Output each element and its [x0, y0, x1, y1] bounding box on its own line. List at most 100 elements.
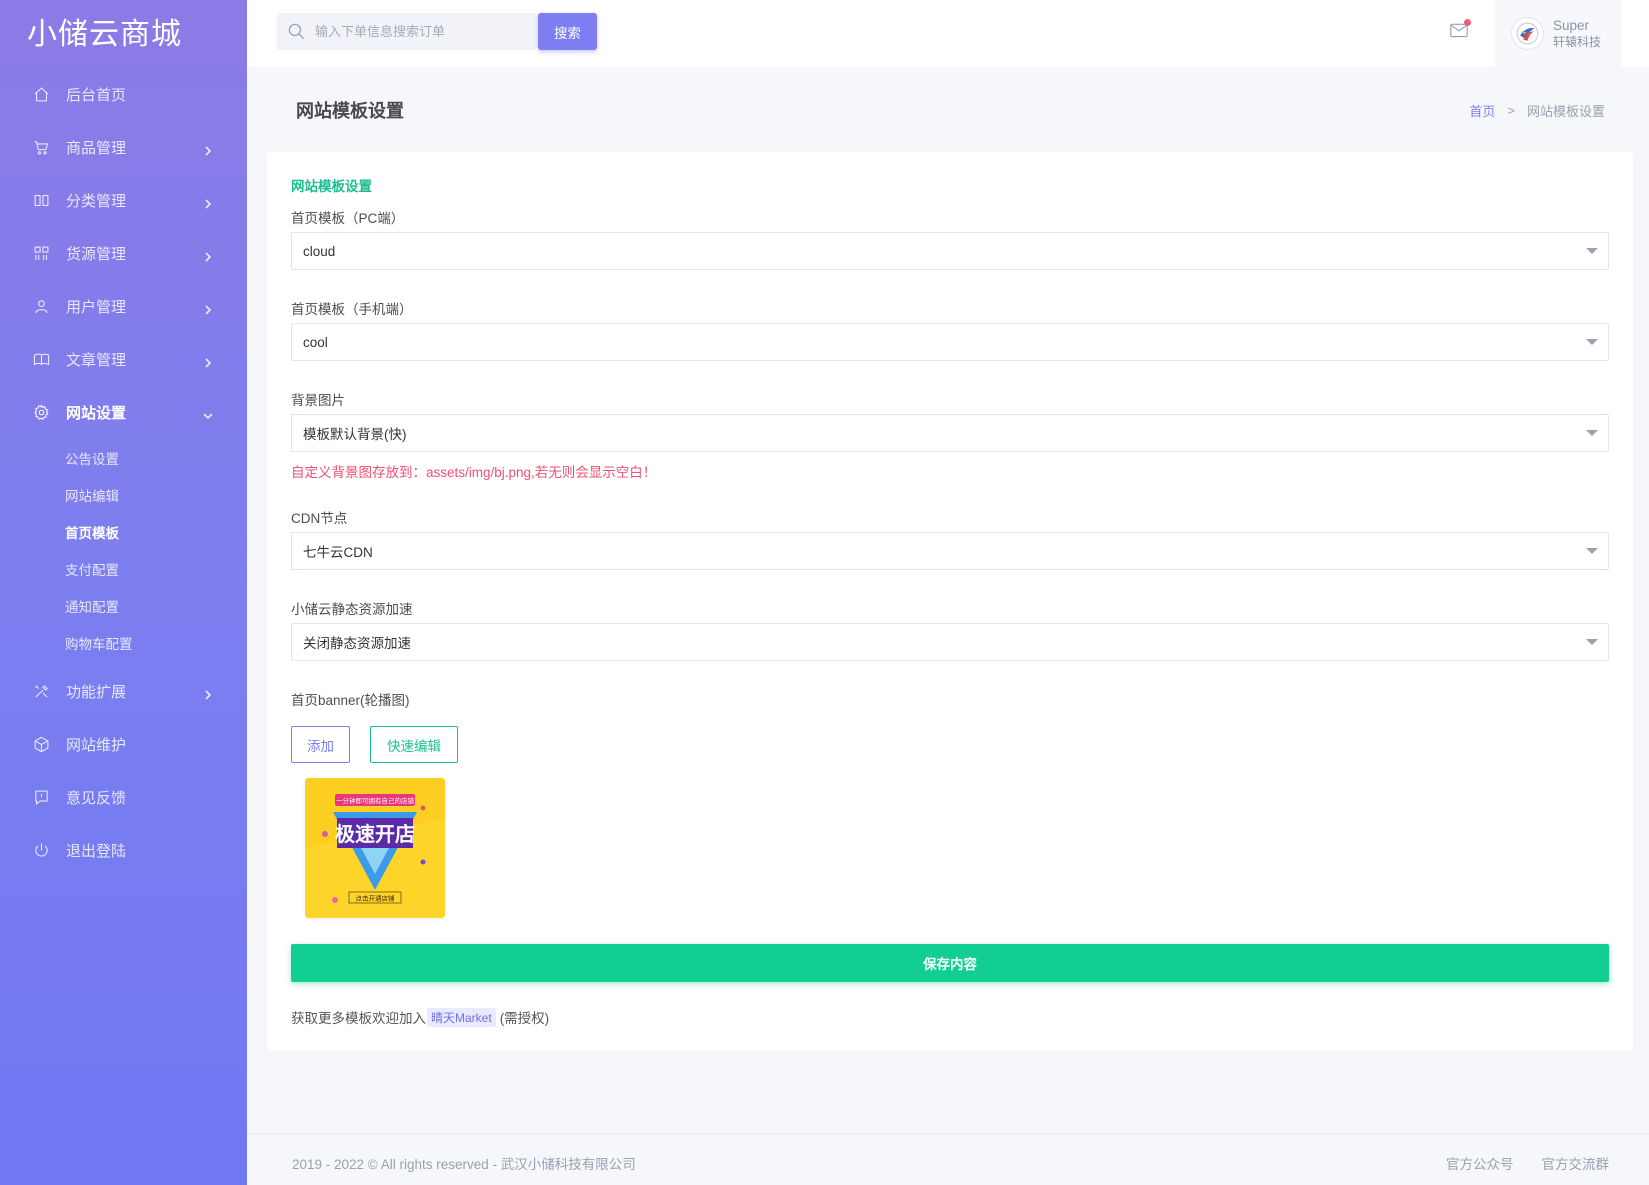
more-templates-line: 获取更多模板欢迎加入 晴天Market (需授权)	[291, 1007, 549, 1027]
template-settings-card: 网站模板设置 首页模板（PC端） cloud 首页模板（手机端） cool 背景…	[267, 152, 1633, 1050]
banner-label: 首页banner(轮播图)	[291, 693, 410, 708]
sidebar-item-label: 用户管理	[66, 299, 127, 316]
user-icon	[32, 298, 50, 316]
sidebar-item-label: 后台首页	[66, 87, 127, 104]
chevron-right-icon	[203, 143, 213, 156]
mobile-template-select[interactable]: cool	[291, 323, 1609, 361]
more-templates-text: 获取更多模板欢迎加入	[291, 1011, 426, 1026]
sidebar-item-label: 货源管理	[66, 246, 127, 263]
sidebar-item-site-settings[interactable]: 网站设置	[0, 386, 247, 439]
search-input[interactable]	[315, 24, 525, 39]
market-link[interactable]: 晴天Market	[427, 1007, 496, 1027]
page-title: 网站模板设置	[296, 101, 404, 121]
brand-logo-text[interactable]: 小储云商城	[0, 0, 247, 62]
static-accel-label: 小储云静态资源加速	[291, 602, 413, 617]
static-accel-value: 关闭静态资源加速	[303, 636, 411, 651]
sidebar-item-feedback[interactable]: 意见反馈	[0, 771, 247, 824]
sidebar-subitem-site-edit[interactable]: 网站编辑	[0, 476, 247, 513]
sidebar-item-categories[interactable]: 分类管理	[0, 174, 247, 227]
banner-main-text: 极速开店	[335, 822, 415, 846]
card-title: 网站模板设置	[291, 179, 372, 194]
chevron-right-icon	[203, 687, 213, 700]
background-label: 背景图片	[291, 393, 345, 408]
copyright-text: 2019 - 2022 © All rights reserved - 武汉小储…	[292, 1157, 636, 1172]
user-menu[interactable]: Super 轩辕科技	[1495, 0, 1622, 67]
sidebar-item-label: 退出登陆	[66, 843, 127, 860]
tools-icon	[32, 683, 50, 701]
background-value: 模板默认背景(快)	[303, 427, 407, 442]
caret-down-icon	[1586, 339, 1598, 345]
sidebar-item-users[interactable]: 用户管理	[0, 280, 247, 333]
sidebar-subitem-notifications[interactable]: 通知配置	[0, 587, 247, 624]
sidebar-subitem-payment[interactable]: 支付配置	[0, 550, 247, 587]
pc-template-select[interactable]: cloud	[291, 232, 1609, 270]
topbar: 搜索 Super 轩辕科技	[247, 0, 1649, 67]
sidebar-item-products[interactable]: 商品管理	[0, 121, 247, 174]
sidebar-subitem-notice[interactable]: 公告设置	[0, 439, 247, 476]
sidebar-item-label: 文章管理	[66, 352, 127, 369]
breadcrumb-separator: >	[1507, 103, 1515, 118]
breadcrumb-current: 网站模板设置	[1526, 104, 1605, 119]
notification-dot	[1464, 19, 1471, 26]
sidebar-item-sources[interactable]: 货源管理	[0, 227, 247, 280]
home-icon	[32, 86, 50, 104]
user-name: Super	[1553, 17, 1590, 33]
sidebar-item-label: 分类管理	[66, 193, 127, 210]
sidebar-item-logout[interactable]: 退出登陆	[0, 824, 247, 877]
banner-image: 一分钟即可拥有自己的店铺 极速开店 点击开通店铺	[305, 778, 445, 918]
sidebar-item-label: 网站维护	[66, 737, 127, 754]
background-select[interactable]: 模板默认背景(快)	[291, 414, 1609, 452]
chevron-right-icon	[203, 302, 213, 315]
sidebar-item-maintenance[interactable]: 网站维护	[0, 718, 247, 771]
mail-button[interactable]	[1449, 19, 1471, 43]
chevron-right-icon	[203, 249, 213, 262]
footer-link-group[interactable]: 官方交流群	[1542, 1153, 1610, 1173]
caret-down-icon	[1586, 548, 1598, 554]
footer-links: 官方公众号 官方交流群	[1418, 1153, 1609, 1173]
search-button[interactable]: 搜索	[538, 13, 597, 50]
footer-link-official-account[interactable]: 官方公众号	[1446, 1153, 1514, 1173]
breadcrumb: 首页 > 网站模板设置	[1469, 101, 1605, 120]
banner-bottom-text: 点击开通店铺	[356, 894, 396, 903]
chevron-right-icon	[203, 355, 213, 368]
user-company: 轩辕科技	[1553, 34, 1602, 49]
cdn-value: 七牛云CDN	[303, 545, 373, 560]
quick-edit-button[interactable]: 快速编辑	[370, 726, 458, 763]
sidebar-item-articles[interactable]: 文章管理	[0, 333, 247, 386]
cube-icon	[32, 736, 50, 754]
save-button[interactable]: 保存内容	[291, 944, 1609, 982]
columns-icon	[32, 192, 50, 210]
mail-icon	[1449, 23, 1469, 43]
sidebar-item-label: 商品管理	[66, 140, 127, 157]
cdn-select[interactable]: 七牛云CDN	[291, 532, 1609, 570]
search-icon	[287, 22, 307, 42]
static-accel-select[interactable]: 关闭静态资源加速	[291, 623, 1609, 661]
pc-template-label: 首页模板（PC端）	[291, 211, 405, 226]
caret-down-icon	[1586, 430, 1598, 436]
sidebar-subitem-home-template[interactable]: 首页模板	[0, 513, 247, 550]
sidebar-subitem-cart[interactable]: 购物车配置	[0, 624, 247, 661]
license-note: (需授权)	[499, 1011, 550, 1026]
cart-icon	[32, 139, 50, 157]
sidebar-item-label: 功能扩展	[66, 684, 127, 701]
avatar	[1511, 17, 1544, 50]
sidebar-item-home[interactable]: 后台首页	[0, 68, 247, 121]
caret-down-icon	[1586, 639, 1598, 645]
book-icon	[32, 351, 50, 369]
add-banner-button[interactable]: 添加	[291, 726, 350, 763]
sidebar-item-label: 意见反馈	[66, 790, 127, 807]
mobile-template-value: cool	[303, 334, 328, 350]
search-box	[277, 13, 537, 50]
cdn-label: CDN节点	[291, 511, 348, 526]
chevron-down-icon	[203, 408, 213, 419]
sidebar-item-extensions[interactable]: 功能扩展	[0, 665, 247, 718]
breadcrumb-home-link[interactable]: 首页	[1469, 101, 1495, 120]
banner-thumbnail[interactable]: 一分钟即可拥有自己的店铺 极速开店 点击开通店铺	[305, 778, 445, 918]
sidebar-submenu: 公告设置 网站编辑 首页模板 支付配置 通知配置 购物车配置	[0, 439, 247, 661]
banner-top-text: 一分钟即可拥有自己的店铺	[336, 796, 415, 805]
feedback-icon	[32, 789, 50, 807]
gear-icon	[32, 404, 50, 422]
power-icon	[32, 842, 50, 860]
pc-template-value: cloud	[303, 243, 336, 259]
background-hint: 自定义背景图存放到：assets/img/bj.png,若无则会显示空白！	[291, 465, 657, 480]
